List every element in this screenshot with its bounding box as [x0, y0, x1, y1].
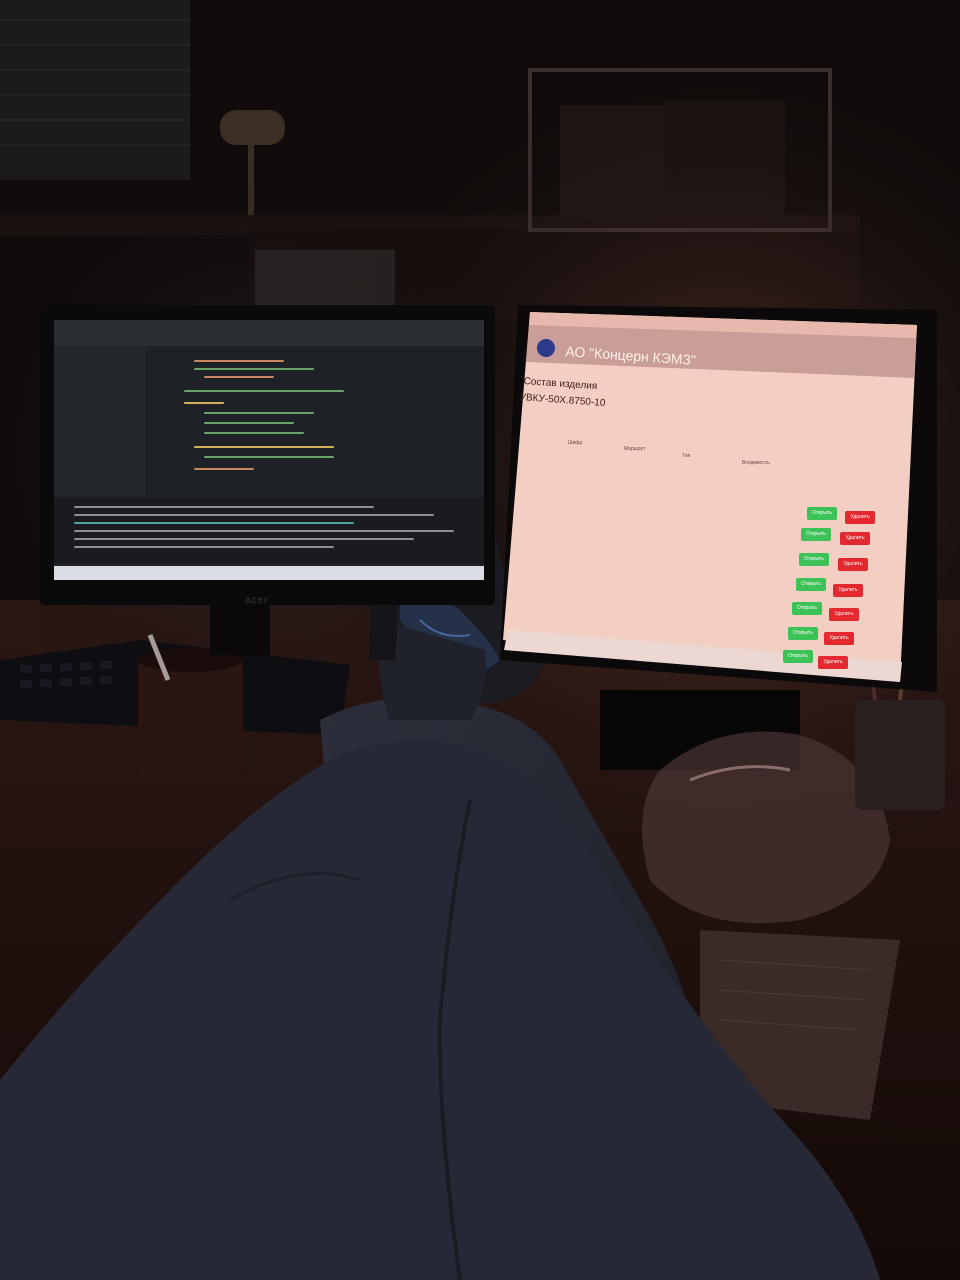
- code-line: [184, 402, 224, 404]
- code-line: [204, 432, 304, 434]
- ide-console: [54, 498, 484, 564]
- column-label: Маршрут: [624, 446, 646, 452]
- left-monitor: acer: [40, 305, 495, 606]
- open-button[interactable]: Открыть: [783, 650, 813, 663]
- ide-window: [54, 320, 484, 580]
- delete-button[interactable]: Удалить: [829, 608, 859, 621]
- open-button[interactable]: Открыть: [799, 553, 829, 566]
- ide-project-tree: [54, 346, 146, 496]
- code-line: [204, 376, 274, 378]
- delete-button[interactable]: Удалить: [838, 558, 868, 571]
- delete-button[interactable]: Удалить: [833, 584, 863, 597]
- code-line: [194, 368, 314, 370]
- delete-button[interactable]: Удалить: [824, 632, 854, 645]
- console-line: [74, 506, 374, 508]
- code-line: [194, 468, 254, 470]
- coffee-mug: [138, 655, 243, 780]
- ide-toolbar: [54, 320, 484, 346]
- console-line: [74, 546, 334, 548]
- windows-taskbar: [54, 566, 484, 580]
- monitor-brand-logo: acer: [245, 595, 269, 606]
- site-logo: [537, 339, 555, 357]
- code-line: [204, 412, 314, 414]
- code-line: [194, 446, 334, 448]
- open-button[interactable]: Открыть: [807, 507, 837, 520]
- open-button[interactable]: Открыть: [801, 528, 831, 541]
- delete-button[interactable]: Удалить: [840, 532, 870, 545]
- open-button[interactable]: Открыть: [796, 578, 826, 591]
- console-line: [74, 522, 354, 524]
- code-line: [204, 422, 294, 424]
- left-monitor-stand: [210, 600, 270, 655]
- console-line: [74, 514, 434, 516]
- open-button[interactable]: Открыть: [792, 602, 822, 615]
- pen-cup: [855, 700, 945, 810]
- code-line: [184, 390, 344, 392]
- open-button[interactable]: Открыть: [788, 627, 818, 640]
- console-line: [74, 530, 454, 532]
- code-line: [194, 360, 284, 362]
- column-label: Входимость: [742, 460, 770, 466]
- delete-button[interactable]: Удалить: [818, 656, 848, 669]
- ide-code-editor: [154, 350, 484, 495]
- console-line: [74, 538, 414, 540]
- delete-button[interactable]: Удалить: [845, 511, 875, 524]
- column-label: Шифр: [568, 440, 583, 446]
- column-label: Тип: [682, 453, 691, 459]
- code-line: [204, 456, 334, 458]
